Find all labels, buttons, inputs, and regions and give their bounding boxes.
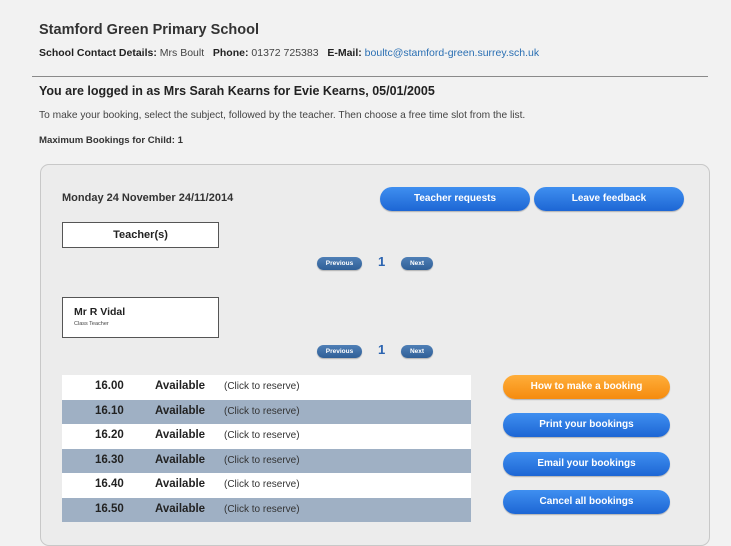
slot-time: 16.50	[95, 502, 124, 515]
previous-page-button-bottom[interactable]: Previous	[317, 345, 362, 358]
slot-status: Available	[155, 429, 206, 441]
page-number-top: 1	[378, 254, 386, 269]
booking-instructions: To make your booking, select the subject…	[39, 110, 526, 121]
time-slot-row[interactable]: 16.30 Available (Click to reserve)	[62, 448, 471, 473]
slot-time: 16.40	[95, 478, 124, 490]
time-slot-row[interactable]: 16.00 Available (Click to reserve)	[62, 375, 471, 400]
time-slot-row[interactable]: 16.20 Available (Click to reserve)	[62, 424, 471, 449]
slot-reserve-link[interactable]: (Click to reserve)	[224, 406, 300, 417]
slot-status: Available	[155, 478, 206, 490]
print-bookings-button[interactable]: Print your bookings	[503, 413, 670, 437]
time-slot-row[interactable]: 16.50 Available (Click to reserve)	[62, 497, 471, 522]
slot-status: Available	[155, 453, 206, 466]
slot-time: 16.20	[95, 429, 124, 441]
next-page-button-top[interactable]: Next	[401, 257, 433, 270]
teacher-card[interactable]: Mr R Vidal Class Teacher	[62, 297, 219, 338]
divider	[32, 76, 708, 77]
slot-reserve-link[interactable]: (Click to reserve)	[224, 479, 300, 490]
phone-label: Phone:	[212, 47, 249, 59]
time-slot-list: 16.00 Available (Click to reserve) 16.10…	[62, 375, 471, 522]
previous-page-button-top[interactable]: Previous	[317, 257, 362, 270]
school-contact-details: School Contact Details: Mrs Boult Phone:…	[39, 47, 539, 59]
teachers-header: Teacher(s)	[62, 222, 219, 248]
leave-feedback-button[interactable]: Leave feedback	[534, 187, 684, 211]
contact-name: Mrs Boult	[159, 47, 205, 59]
phone-number: 01372 725383	[251, 47, 319, 59]
logged-in-text: You are logged in as Mrs Sarah Kearns fo…	[39, 84, 435, 98]
booking-date: Monday 24 November 24/11/2014	[62, 192, 234, 204]
booking-page: Stamford Green Primary School School Con…	[0, 0, 731, 546]
time-slot-row[interactable]: 16.10 Available (Click to reserve)	[62, 399, 471, 424]
slot-status: Available	[155, 380, 206, 392]
teacher-requests-button[interactable]: Teacher requests	[380, 187, 530, 211]
max-bookings: Maximum Bookings for Child: 1	[39, 135, 183, 146]
page-number-bottom: 1	[378, 342, 386, 357]
how-to-book-button[interactable]: How to make a booking	[503, 375, 670, 399]
slot-reserve-link[interactable]: (Click to reserve)	[224, 381, 300, 392]
slot-time: 16.10	[95, 404, 124, 417]
teacher-role: Class Teacher	[74, 321, 109, 327]
slot-status: Available	[155, 502, 206, 515]
slot-reserve-link[interactable]: (Click to reserve)	[224, 504, 300, 515]
time-slot-row[interactable]: 16.40 Available (Click to reserve)	[62, 473, 471, 498]
contact-label: School Contact Details:	[39, 47, 157, 59]
slot-reserve-link[interactable]: (Click to reserve)	[224, 430, 300, 441]
slot-time: 16.30	[95, 453, 124, 466]
email-bookings-button[interactable]: Email your bookings	[503, 452, 670, 476]
next-page-button-bottom[interactable]: Next	[401, 345, 433, 358]
teacher-name: Mr R Vidal	[74, 306, 126, 318]
email-label: E-Mail:	[327, 47, 362, 59]
slot-time: 16.00	[95, 380, 124, 392]
school-name: Stamford Green Primary School	[39, 22, 259, 38]
slot-reserve-link[interactable]: (Click to reserve)	[224, 455, 300, 466]
slot-status: Available	[155, 404, 206, 417]
cancel-all-bookings-button[interactable]: Cancel all bookings	[503, 490, 670, 514]
email-link[interactable]: boultc@stamford-green.surrey.sch.uk	[365, 47, 539, 59]
